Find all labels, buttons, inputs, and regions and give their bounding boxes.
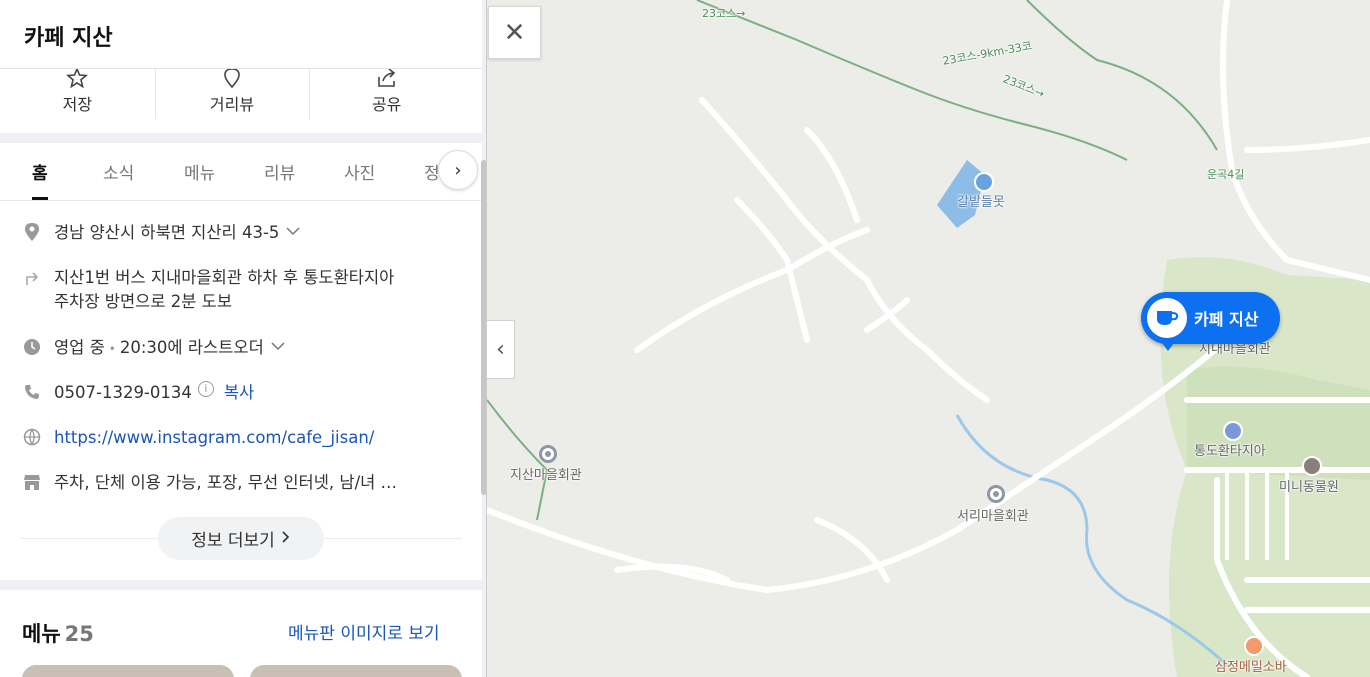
address-row[interactable]: 경남 양산시 하북면 지산리 43-5 bbox=[22, 221, 462, 245]
marker-label: 카페 지산 bbox=[1194, 310, 1259, 329]
info-circle-icon[interactable]: i bbox=[197, 381, 214, 397]
pond-pin-icon[interactable] bbox=[974, 172, 994, 192]
map-label-ungok[interactable]: 운곡4길 bbox=[1207, 166, 1244, 182]
menu-heading: 메뉴 25 bbox=[22, 618, 94, 648]
map-view[interactable]: 갈밭들못 지산마을회관 서리마을회관 통도환타지아 미니동물원 삼정메밀소바 운… bbox=[487, 0, 1370, 677]
close-button[interactable]: ✕ bbox=[488, 6, 541, 59]
streetview-pin-icon bbox=[221, 69, 243, 89]
chevron-right-icon bbox=[281, 529, 291, 549]
action-bar: 저장 거리뷰 공유 bbox=[0, 69, 482, 133]
copy-phone-button[interactable]: 복사 bbox=[224, 381, 254, 405]
location-pin-icon bbox=[22, 221, 42, 243]
map-label-mini-zoo[interactable]: 미니동물원 bbox=[1279, 476, 1339, 495]
theme-park-pin-icon[interactable] bbox=[1223, 421, 1243, 441]
map-label-trail: 23코스→ bbox=[702, 7, 746, 20]
map-label-jisan-hall[interactable]: 지산마을회관 bbox=[510, 464, 582, 483]
globe-icon bbox=[22, 426, 42, 448]
menu-image-link[interactable]: 메뉴판 이미지로 보기 bbox=[288, 619, 440, 644]
menu-section: 메뉴 25 메뉴판 이미지로 보기 bbox=[0, 590, 482, 677]
directions-text: 지산1번 버스 지내마을회관 하차 후 통도환타지아 주차장 방면으로 2분 도… bbox=[54, 266, 394, 314]
map-label-pond[interactable]: 갈밭들못 bbox=[957, 191, 1005, 210]
tab-news[interactable]: 소식 bbox=[103, 159, 134, 184]
map-label-seori-hall[interactable]: 서리마을회관 bbox=[957, 505, 1029, 524]
more-info-label: 정보 더보기 bbox=[191, 531, 275, 551]
restaurant-pin-icon[interactable] bbox=[1244, 636, 1264, 656]
directions-arrow-icon bbox=[22, 266, 42, 288]
store-icon bbox=[22, 471, 42, 493]
zoo-pin-icon[interactable] bbox=[1302, 456, 1322, 476]
hours-text: 영업 중 • 20:30에 라스트오더 bbox=[54, 336, 264, 361]
place-panel: 저장 거리뷰 공유 홈 소식 메뉴 리뷰 사진 정 › 경남 양산시 하북면 지… bbox=[0, 0, 487, 677]
phone-icon bbox=[22, 381, 42, 403]
hours-detail: 20:30에 라스트오더 bbox=[119, 338, 264, 357]
page-title: 카페 지산 bbox=[24, 26, 113, 51]
tab-home[interactable]: 홈 bbox=[32, 159, 48, 200]
tab-next-button[interactable]: › bbox=[438, 150, 478, 190]
website-link[interactable]: https://www.instagram.com/cafe_jisan/ bbox=[54, 426, 374, 450]
chevron-down-icon[interactable] bbox=[285, 221, 301, 245]
save-button[interactable]: 저장 bbox=[0, 69, 155, 133]
tab-review[interactable]: 리뷰 bbox=[264, 159, 295, 184]
share-button[interactable]: 공유 bbox=[309, 69, 464, 133]
hours-row[interactable]: 영업 중 • 20:30에 라스트오더 bbox=[22, 336, 462, 361]
menu-title: 메뉴 bbox=[22, 622, 61, 646]
collapse-panel-button[interactable]: ‹ bbox=[487, 320, 515, 379]
amenities-row[interactable]: 주차, 단체 이용 가능, 포장, 무선 인터넷, 남/녀 … bbox=[22, 471, 462, 495]
directions-line-1: 지산1번 버스 지내마을회관 하차 후 통도환타지아 bbox=[54, 268, 395, 287]
chevron-down-icon[interactable] bbox=[270, 336, 286, 360]
streetview-label: 거리뷰 bbox=[209, 95, 255, 114]
map-label-samjeong[interactable]: 삼정메밀소바 bbox=[1215, 656, 1287, 675]
tab-photo[interactable]: 사진 bbox=[344, 159, 375, 184]
directions-line-2: 주차장 방면으로 2분 도보 bbox=[54, 292, 233, 311]
streetview-button[interactable]: 거리뷰 bbox=[154, 69, 310, 133]
share-label: 공유 bbox=[371, 95, 402, 114]
more-info-button[interactable]: 정보 더보기 bbox=[158, 517, 324, 560]
app-root: 갈밭들못 지산마을회관 서리마을회관 통도환타지아 미니동물원 삼정메밀소바 운… bbox=[0, 0, 1370, 677]
action-spacer bbox=[464, 69, 482, 133]
separator-dot: • bbox=[108, 342, 116, 356]
village-hall-pin-icon[interactable] bbox=[987, 485, 1005, 503]
clock-icon bbox=[22, 336, 42, 358]
hours-status: 영업 중 bbox=[54, 338, 105, 357]
phone-row: 0507-1329-0134 i 복사 bbox=[22, 381, 462, 405]
map-label-tongdo[interactable]: 통도환타지아 bbox=[1194, 440, 1266, 459]
tab-menu[interactable]: 메뉴 bbox=[184, 159, 215, 184]
address-text: 경남 양산시 하북면 지산리 43-5 bbox=[54, 223, 280, 242]
menu-thumbnail[interactable] bbox=[250, 665, 462, 677]
amenities-text: 주차, 단체 이용 가능, 포장, 무선 인터넷, 남/녀 … bbox=[54, 473, 398, 492]
menu-thumbnail[interactable] bbox=[22, 665, 234, 677]
save-label: 저장 bbox=[62, 95, 93, 114]
phone-text[interactable]: 0507-1329-0134 bbox=[54, 381, 192, 405]
share-icon bbox=[376, 69, 398, 89]
website-row: https://www.instagram.com/cafe_jisan/ bbox=[22, 426, 462, 450]
menu-count: 25 bbox=[64, 622, 94, 646]
village-hall-pin-icon[interactable] bbox=[539, 445, 557, 463]
info-section: 경남 양산시 하북면 지산리 43-5 지산1번 버스 지내마을회관 하차 후 … bbox=[0, 201, 482, 580]
directions-row: 지산1번 버스 지내마을회관 하차 후 통도환타지아 주차장 방면으로 2분 도… bbox=[22, 266, 462, 314]
tab-bar: 홈 소식 메뉴 리뷰 사진 정 bbox=[0, 143, 482, 201]
panel-header: 카페 지산 bbox=[0, 0, 482, 69]
coffee-cup-icon bbox=[1147, 298, 1187, 338]
panel-scrollbar[interactable] bbox=[481, 160, 486, 495]
place-marker[interactable]: 카페 지산 bbox=[1141, 292, 1280, 351]
star-icon bbox=[66, 69, 89, 89]
